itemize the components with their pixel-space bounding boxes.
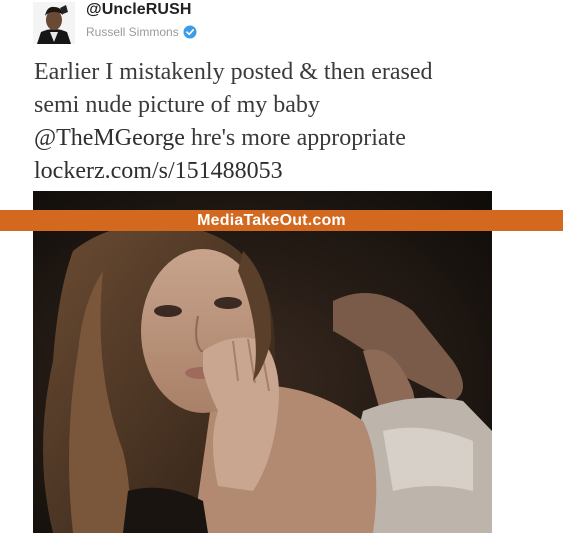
watermark-banner: MediaTakeOut.com — [0, 210, 563, 231]
tweet-line-3: @TheMGeorge hre's more appropriate — [34, 122, 554, 155]
tweet-line-3-rest: hre's more appropriate — [184, 125, 406, 151]
user-handle[interactable]: @UncleRUSH — [86, 1, 192, 19]
tweet-text: Earlier I mistakenly posted & then erase… — [34, 56, 554, 188]
watermark-text: MediaTakeOut.com — [197, 211, 346, 229]
display-name-row: Russell Simmons — [86, 24, 197, 40]
avatar[interactable] — [33, 2, 75, 44]
tweet-url-link[interactable]: lockerz.com/s/151488053 — [34, 155, 554, 188]
photo-image — [33, 191, 492, 533]
tweet-photo[interactable] — [33, 191, 492, 533]
verified-badge-icon — [183, 25, 197, 39]
tweet-line-1: Earlier I mistakenly posted & then erase… — [34, 59, 433, 85]
mention-link[interactable]: @TheMGeorge — [34, 125, 185, 151]
avatar-image — [33, 2, 75, 44]
display-name[interactable]: Russell Simmons — [86, 25, 179, 39]
tweet-line-2: semi nude picture of my baby — [34, 92, 320, 118]
